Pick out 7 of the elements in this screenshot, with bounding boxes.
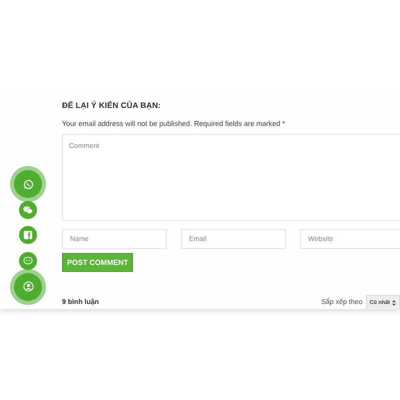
sort-caret-icon — [392, 300, 396, 306]
chat-bubble-icon — [22, 178, 34, 190]
speech-bubble-icon — [23, 256, 33, 266]
facebook-icon — [23, 230, 33, 240]
user-icon — [22, 281, 34, 292]
wechat-icon — [23, 204, 33, 215]
section-heading: ĐỂ LẠI Ý KIẾN CỦA BẠN: — [62, 100, 162, 111]
